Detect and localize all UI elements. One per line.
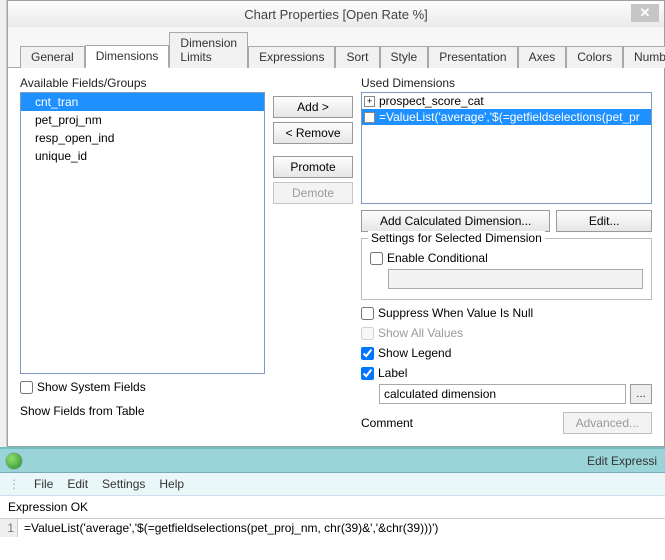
tab-axes[interactable]: Axes — [518, 46, 567, 68]
editor-title: Edit Expressi — [587, 454, 657, 468]
label-checkbox[interactable] — [361, 367, 374, 380]
expression-editor-window: Edit Expressi ⋮ File Edit Settings Help … — [0, 447, 665, 537]
edit-button[interactable]: Edit... — [556, 210, 652, 232]
expression-editor[interactable]: 1 =ValueList('average','$(=getfieldselec… — [0, 519, 665, 537]
menu-file[interactable]: File — [34, 477, 53, 491]
show-system-fields-label: Show System Fields — [37, 380, 146, 394]
show-all-values-checkbox — [361, 327, 374, 340]
advanced-button: Advanced... — [563, 412, 652, 434]
list-item[interactable]: pet_proj_nm — [21, 111, 264, 129]
expression-code[interactable]: =ValueList('average','$(=getfieldselecti… — [18, 519, 444, 537]
label-field[interactable] — [379, 384, 626, 404]
tab-dimensions[interactable]: Dimensions — [85, 45, 170, 68]
window-title: Chart Properties [Open Rate %] — [244, 7, 428, 22]
tab-presentation[interactable]: Presentation — [428, 46, 517, 68]
enable-conditional-checkbox[interactable] — [370, 252, 383, 265]
suppress-null-label: Suppress When Value Is Null — [378, 306, 533, 320]
list-item[interactable]: unique_id — [21, 147, 264, 165]
show-legend-label: Show Legend — [378, 346, 451, 360]
menu-help[interactable]: Help — [159, 477, 184, 491]
show-all-values-label: Show All Values — [378, 326, 463, 340]
list-item[interactable]: resp_open_ind — [21, 129, 264, 147]
suppress-null-checkbox[interactable] — [361, 307, 374, 320]
tab-sort[interactable]: Sort — [335, 46, 379, 68]
settings-legend: Settings for Selected Dimension — [368, 231, 545, 245]
expression-status: Expression OK — [0, 496, 665, 519]
app-icon — [6, 453, 22, 469]
tab-general[interactable]: General — [20, 46, 85, 68]
label-ellipsis-button[interactable]: … — [630, 384, 652, 404]
expand-icon[interactable]: + — [364, 96, 375, 107]
editor-menubar: ⋮ File Edit Settings Help — [0, 473, 665, 496]
settings-fieldset: Settings for Selected Dimension Enable C… — [361, 238, 652, 300]
line-number: 1 — [0, 519, 18, 537]
available-fields-label: Available Fields/Groups — [20, 76, 265, 90]
expand-icon[interactable]: + — [364, 112, 375, 123]
comment-label: Comment — [361, 416, 413, 430]
add-button[interactable]: Add > — [273, 96, 353, 118]
add-calculated-dimension-button[interactable]: Add Calculated Dimension... — [361, 210, 550, 232]
enable-conditional-label: Enable Conditional — [387, 251, 488, 265]
tabstrip: General Dimensions Dimension Limits Expr… — [8, 27, 664, 68]
menu-edit[interactable]: Edit — [67, 477, 88, 491]
used-item-label: prospect_score_cat — [379, 94, 484, 108]
tab-style[interactable]: Style — [380, 46, 429, 68]
list-item[interactable]: + prospect_score_cat — [362, 93, 651, 109]
used-item-label: =ValueList('average','$(=getfieldselecti… — [379, 110, 640, 124]
list-item[interactable]: + =ValueList('average','$(=getfieldselec… — [362, 109, 651, 125]
tab-colors[interactable]: Colors — [566, 46, 623, 68]
used-dimensions-list[interactable]: + prospect_score_cat + =ValueList('avera… — [361, 92, 652, 204]
close-button[interactable]: ✕ — [631, 4, 659, 22]
tab-expressions[interactable]: Expressions — [248, 46, 335, 68]
show-fields-from-table-label: Show Fields from Table — [20, 404, 265, 418]
promote-button[interactable]: Promote — [273, 156, 353, 178]
used-dimensions-label: Used Dimensions — [361, 76, 652, 90]
available-fields-list[interactable]: cnt_tran pet_proj_nm resp_open_ind uniqu… — [20, 92, 265, 374]
show-legend-checkbox[interactable] — [361, 347, 374, 360]
demote-button[interactable]: Demote — [273, 182, 353, 204]
show-system-fields-checkbox[interactable] — [20, 381, 33, 394]
tab-number[interactable]: Number — [623, 46, 665, 68]
label-checkbox-label: Label — [378, 366, 407, 380]
titlebar: Chart Properties [Open Rate %] ✕ — [8, 1, 664, 27]
list-item[interactable]: cnt_tran — [21, 93, 264, 111]
menu-settings[interactable]: Settings — [102, 477, 145, 491]
conditional-expression-field — [388, 269, 643, 289]
remove-button[interactable]: < Remove — [273, 122, 353, 144]
tab-dimension-limits[interactable]: Dimension Limits — [169, 32, 248, 68]
